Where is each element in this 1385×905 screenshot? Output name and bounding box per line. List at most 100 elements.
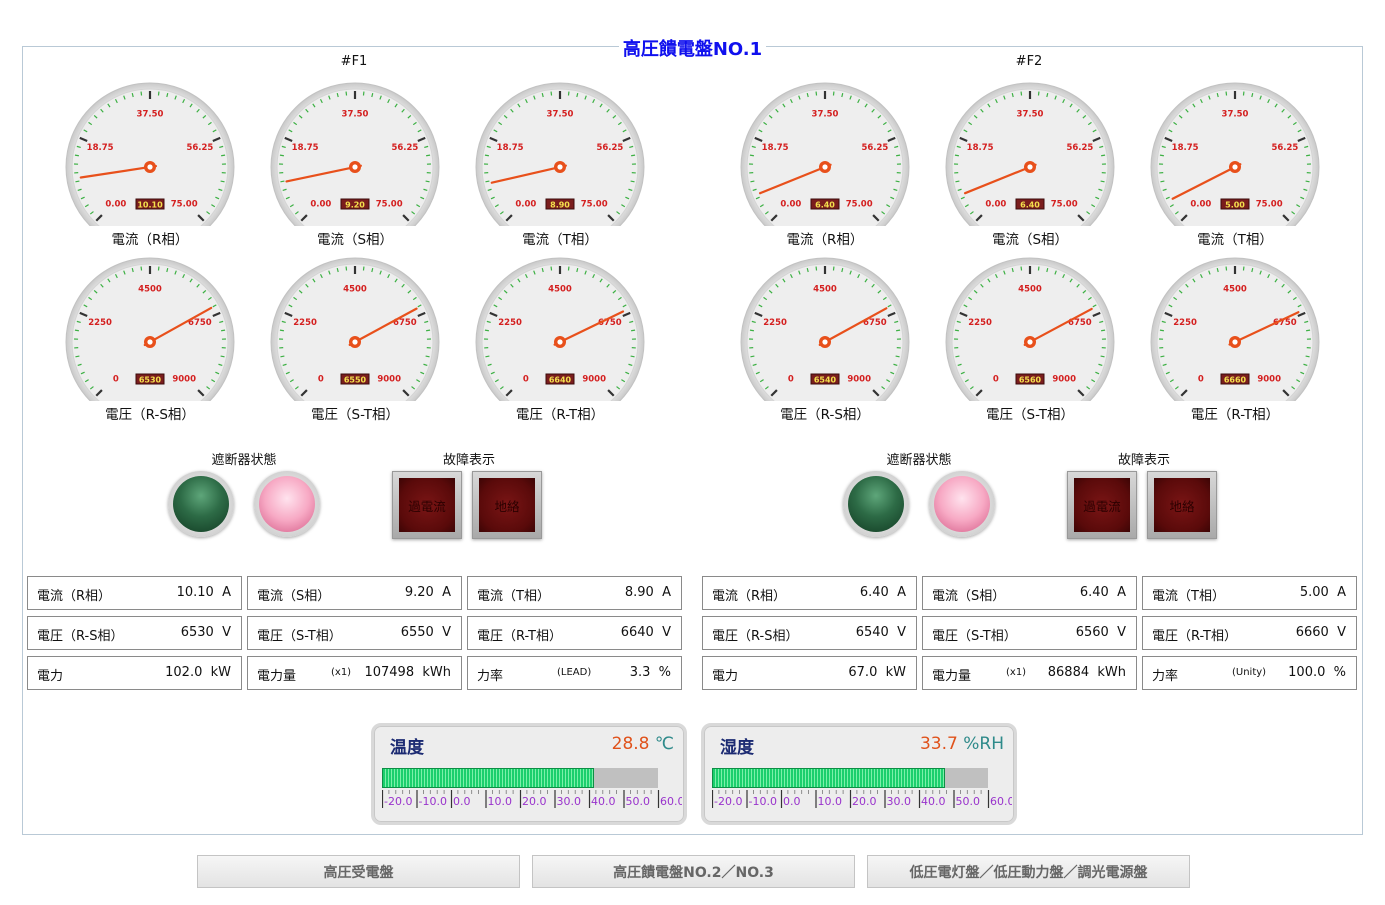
digital-readout: 6660	[1224, 376, 1247, 385]
humidity-title: 湿度	[720, 738, 754, 758]
digital-readout: 6550	[344, 376, 367, 385]
scale-label: 18.75	[967, 143, 994, 153]
voltage-gauge: 0 2250 4500 6750 9000 6530 電圧（R-S相）	[60, 254, 240, 423]
scale-label: 37.50	[812, 110, 839, 120]
scale-label: 0.00	[780, 200, 801, 210]
reading-cell: 電圧（S-T相） 6550 V	[247, 616, 462, 650]
ground-fault-indicator: 地絡	[1147, 471, 1217, 539]
scale-tick-label: -20.0	[714, 795, 742, 808]
temperature-value: 28.8 ℃	[611, 734, 674, 754]
current-gauge: 0.00 18.75 37.50 56.25 75.00 6.40 電流（S相）	[940, 79, 1120, 248]
scale-label: 9000	[1052, 375, 1076, 385]
scale-label: 0.00	[105, 200, 126, 210]
reading-value: 9.20 A	[404, 585, 451, 600]
voltage-gauge-dial: 022504500675090006560	[945, 257, 1115, 401]
scale-label: 75.00	[171, 200, 198, 210]
reading-note: (x1)	[1006, 667, 1027, 678]
reading-label: 電流（T相）	[477, 589, 550, 604]
scale-label: 37.50	[547, 110, 574, 120]
scale-label: 9000	[582, 375, 606, 385]
temperature-scale: -20.0 -10.0 0.0 10.0 20.0 30.0 40.0 50.0 60.0	[382, 790, 682, 808]
scale-tick-label: 20.0	[522, 795, 547, 808]
reading-cell: 電圧（S-T相） 6560 V	[922, 616, 1137, 650]
scale-label: 4500	[1223, 285, 1247, 295]
scale-tick-label: 10.0	[488, 795, 513, 808]
scale-label: 37.50	[137, 110, 164, 120]
voltage-gauge-label: 電圧（S-T相）	[986, 407, 1074, 423]
scale-label: 56.25	[861, 143, 888, 153]
humidity-value: 33.7 %RH	[919, 734, 1004, 754]
reading-label: 電流（R相）	[712, 589, 787, 604]
voltage-gauge-dial: 022504500675090006640	[475, 257, 645, 401]
scale-tick-label: 50.0	[956, 795, 981, 808]
reading-cell: 電圧（R-T相） 6640 V	[467, 616, 682, 650]
fault-display-label: 故障表示	[1117, 453, 1170, 468]
voltage-gauge-label: 電圧（R-T相）	[515, 407, 605, 423]
scale-label: 9000	[847, 375, 871, 385]
nav-button-hv-feeder-2-3[interactable]: 高圧饋電盤NO.2／NO.3	[532, 855, 855, 888]
scale-tick-label: 0.0	[783, 795, 801, 808]
reading-label: 電力	[37, 669, 64, 684]
scale-label: 2250	[498, 318, 522, 328]
reading-label: 電力量	[257, 669, 297, 684]
humidity-bar-fill	[712, 768, 945, 788]
reading-cell: 力率 (Unity) 100.0 %	[1142, 656, 1357, 690]
scale-label: 75.00	[376, 200, 403, 210]
scale-label: 4500	[548, 285, 572, 295]
scale-label: 56.25	[1271, 143, 1298, 153]
scale-label: 2250	[293, 318, 317, 328]
scale-label: 0	[318, 375, 324, 385]
reading-note: (LEAD)	[557, 667, 592, 678]
scale-label: 18.75	[497, 143, 524, 153]
digital-readout: 6.40	[1020, 201, 1040, 210]
reading-value: 6.40 A	[1079, 585, 1126, 600]
voltage-gauge-dial: 022504500675090006660	[1150, 257, 1320, 401]
reading-value: 6530 V	[180, 625, 231, 640]
reading-cell: 電力量 (x1) 86884 kWh	[922, 656, 1137, 690]
scale-label: 56.25	[1066, 143, 1093, 153]
reading-cell: 電流（S相） 6.40 A	[922, 576, 1137, 610]
fault-display-label: 故障表示	[442, 453, 495, 468]
scale-label: 0	[523, 375, 529, 385]
scale-label: 0	[113, 375, 119, 385]
voltage-gauge-dial: 022504500675090006550	[270, 257, 440, 401]
nav-button-hv-receiving[interactable]: 高圧受電盤	[197, 855, 520, 888]
current-gauge: 0.00 18.75 37.50 56.25 75.00 6.40 電流（R相）	[735, 79, 915, 248]
reading-value: 100.0 %	[1288, 665, 1346, 680]
scale-label: 0	[788, 375, 794, 385]
voltage-gauge-label: 電圧（S-T相）	[311, 407, 399, 423]
scale-label: 4500	[343, 285, 367, 295]
scale-label: 4500	[138, 285, 162, 295]
current-gauge-dial: 0.00 18.75 37.50 56.25 75.00 6.40	[740, 82, 910, 226]
feeder-1-title: #F1	[340, 54, 368, 69]
digital-readout: 6640	[549, 376, 572, 385]
nav-button-lv-panels[interactable]: 低圧電灯盤／低圧動力盤／調光電源盤	[867, 855, 1190, 888]
current-gauge-dial: 0.00 18.75 37.50 56.25 75.00 9.20	[270, 82, 440, 226]
scale-label: 0.00	[985, 200, 1006, 210]
reading-value: 6640 V	[620, 625, 671, 640]
scale-tick-label: 30.0	[887, 795, 912, 808]
reading-value: 6.40 A	[859, 585, 906, 600]
digital-readout: 9.20	[345, 201, 365, 210]
scale-tick-label: 10.0	[818, 795, 843, 808]
reading-cell: 電流（S相） 9.20 A	[247, 576, 462, 610]
scale-tick-label: 40.0	[921, 795, 946, 808]
reading-label: 力率	[1152, 669, 1179, 684]
reading-value: 107498 kWh	[364, 665, 451, 680]
voltage-gauge: 0 2250 4500 6750 9000 6640 電圧（R-T相）	[470, 254, 650, 423]
reading-label: 電力	[712, 669, 739, 684]
reading-cell: 電力 102.0 kW	[27, 656, 242, 690]
scale-tick-label: -10.0	[419, 795, 447, 808]
reading-value: 3.3 %	[629, 665, 671, 680]
current-gauge-label: 電流（S相）	[991, 232, 1069, 248]
digital-readout: 10.10	[137, 201, 163, 210]
reading-value: 6560 V	[1075, 625, 1126, 640]
scale-tick-label: -10.0	[749, 795, 777, 808]
reading-cell: 電圧（R-T相） 6660 V	[1142, 616, 1357, 650]
reading-label: 電圧（R-T相）	[1152, 629, 1237, 644]
reading-value: 102.0 kW	[165, 665, 231, 680]
scale-label: 4500	[1018, 285, 1042, 295]
humidity-bar	[712, 768, 988, 788]
scale-label: 9000	[1257, 375, 1281, 385]
breaker-open-lamp	[929, 471, 995, 537]
